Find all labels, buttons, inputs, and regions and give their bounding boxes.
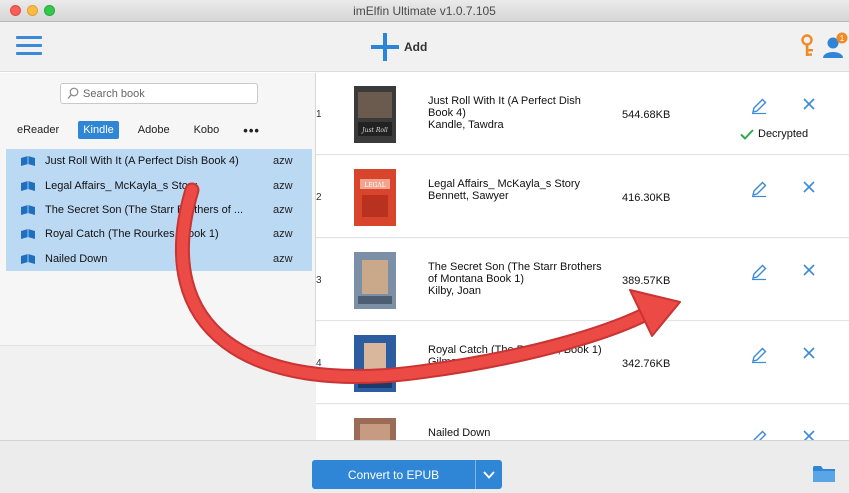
tab-more[interactable]: •••	[238, 120, 265, 141]
convert-button[interactable]: Convert to EPUB	[312, 460, 502, 489]
tab-ereader[interactable]: eReader	[12, 121, 64, 139]
check-icon	[740, 128, 754, 140]
edit-icon[interactable]	[750, 180, 768, 198]
format-dropdown[interactable]	[475, 460, 502, 489]
row-size: 416.30KB	[622, 192, 671, 204]
remove-icon[interactable]	[802, 180, 816, 194]
plus-icon	[370, 32, 400, 62]
toolbar: Add 1	[0, 22, 849, 72]
key-icon[interactable]	[800, 34, 816, 58]
library-panel: eReader Kindle Adobe Kobo ••• Just Roll …	[0, 73, 316, 440]
book-format: azw	[273, 252, 293, 265]
edit-icon[interactable]	[750, 263, 768, 281]
conversion-queue: 1 Just Roll Just Roll With It (A Perfect…	[316, 73, 849, 440]
table-row: 4 Royal Catch (The Rourkes, Book 1) Gilm…	[316, 322, 849, 404]
notification-count: 1	[840, 34, 845, 43]
row-index: 3	[316, 275, 322, 286]
add-button[interactable]: Add	[370, 31, 427, 63]
list-item[interactable]: Just Roll With It (A Perfect Dish Book 4…	[6, 149, 312, 173]
row-title: Legal Affairs_ McKayla_s Story	[428, 178, 581, 190]
table-row: 1 Just Roll Just Roll With It (A Perfect…	[316, 73, 849, 155]
table-row: 2 LEGAL Legal Affairs_ McKayla_s Story B…	[316, 156, 849, 238]
library-empty-area	[0, 345, 316, 440]
search-box[interactable]	[60, 83, 258, 104]
window-title: imElfin Ultimate v1.0.7.105	[353, 4, 496, 18]
book-format: azw	[273, 179, 293, 192]
row-title-block: Royal Catch (The Rourkes, Book 1) Gilmor…	[428, 344, 608, 368]
row-author: Kandle, Tawdra	[428, 119, 504, 131]
edit-icon[interactable]	[750, 429, 768, 440]
book-cover	[354, 335, 396, 392]
chevron-down-icon	[483, 470, 495, 479]
add-button-label: Add	[404, 40, 428, 54]
book-icon	[21, 253, 35, 264]
row-author: Gilmore, Kylie	[428, 356, 497, 368]
book-cover: LEGAL	[354, 169, 396, 226]
book-title: Legal Affairs_ McKayla_s Story	[45, 179, 198, 192]
status-badge: Decrypted	[740, 128, 808, 140]
row-size: 544.68KB	[622, 109, 671, 121]
tab-kindle[interactable]: Kindle	[78, 121, 119, 139]
title-bar: imElfin Ultimate v1.0.7.105	[0, 0, 849, 22]
row-size: 389.57KB	[622, 275, 671, 287]
status-text: Decrypted	[758, 128, 809, 140]
row-title-block: Just Roll With It (A Perfect Dish Book 4…	[428, 95, 608, 131]
table-row: 3 The Secret Son (The Starr Brothers of …	[316, 239, 849, 321]
source-tabs: eReader Kindle Adobe Kobo •••	[12, 120, 279, 140]
convert-button-label: Convert to EPUB	[347, 467, 440, 482]
book-format: azw	[273, 228, 293, 241]
book-icon	[21, 229, 35, 240]
tab-kobo[interactable]: Kobo	[189, 121, 225, 139]
book-icon	[21, 204, 35, 215]
folder-icon[interactable]	[812, 464, 836, 483]
edit-icon[interactable]	[750, 346, 768, 364]
row-index: 1	[316, 109, 322, 120]
book-title: Royal Catch (The Rourkes, Book 1)	[45, 228, 219, 241]
row-title-block: The Secret Son (The Starr Brothers of Mo…	[428, 261, 608, 297]
remove-icon[interactable]	[802, 97, 816, 111]
row-index: 4	[316, 358, 322, 369]
svg-text:Just Roll: Just Roll	[360, 127, 388, 134]
remove-icon[interactable]	[802, 263, 816, 277]
table-row: 5 Nailed Down	[316, 405, 849, 440]
bottom-bar: Convert to EPUB	[0, 440, 849, 493]
row-title-block: Legal Affairs_ McKayla_s Story Bennett, …	[428, 178, 608, 202]
row-index: 2	[316, 192, 322, 203]
search-icon	[67, 87, 79, 99]
book-icon	[21, 180, 35, 191]
row-size: 342.76KB	[622, 358, 671, 370]
row-author: Kilby, Joan	[428, 285, 481, 297]
edit-icon[interactable]	[750, 97, 768, 115]
book-icon	[21, 156, 35, 167]
row-title: Just Roll With It (A Perfect Dish Book 4…	[428, 95, 581, 119]
book-title: Just Roll With It (A Perfect Dish Book 4…	[45, 155, 239, 168]
row-title: Royal Catch (The Rourkes, Book 1)	[428, 344, 602, 356]
book-cover	[354, 418, 396, 440]
list-item[interactable]: Nailed Down azw	[6, 247, 312, 271]
row-title: Nailed Down	[428, 427, 491, 439]
row-title: The Secret Son (The Starr Brothers of Mo…	[428, 261, 602, 285]
book-title: Nailed Down	[45, 252, 108, 265]
book-cover	[354, 252, 396, 309]
book-list: Just Roll With It (A Perfect Dish Book 4…	[6, 149, 312, 271]
search-input[interactable]	[83, 86, 253, 101]
tab-adobe[interactable]: Adobe	[133, 121, 175, 139]
remove-icon[interactable]	[802, 429, 816, 440]
list-item[interactable]: Royal Catch (The Rourkes, Book 1) azw	[6, 222, 312, 246]
row-title-block: Nailed Down	[428, 427, 608, 439]
list-item[interactable]: The Secret Son (The Starr Brothers of ..…	[6, 198, 312, 222]
menu-icon[interactable]	[16, 36, 42, 56]
remove-icon[interactable]	[802, 346, 816, 360]
book-title: The Secret Son (The Starr Brothers of ..…	[45, 203, 244, 216]
user-icon[interactable]: 1	[822, 32, 849, 60]
book-format: azw	[273, 155, 293, 168]
book-format: azw	[273, 203, 293, 216]
book-cover: Just Roll	[354, 86, 396, 143]
row-author: Bennett, Sawyer	[428, 190, 509, 202]
list-item[interactable]: Legal Affairs_ McKayla_s Story azw	[6, 173, 312, 197]
svg-text:LEGAL: LEGAL	[364, 182, 385, 189]
